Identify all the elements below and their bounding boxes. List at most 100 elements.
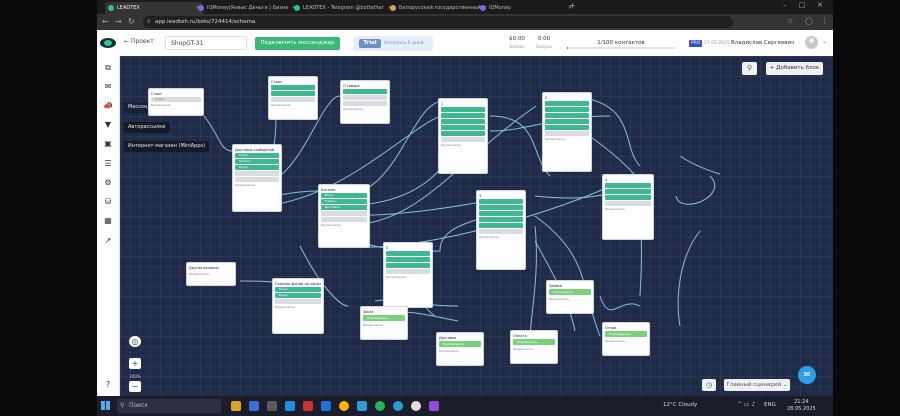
menu-dots-icon[interactable]: ⋮ [821, 17, 828, 25]
reload-icon[interactable]: ↻ [128, 16, 135, 28]
timer-button[interactable]: ◷ [702, 379, 716, 391]
contacts-counter: 1/100 контактов [597, 40, 645, 46]
wire [529, 225, 537, 342]
contacts-progress-fill [567, 47, 569, 49]
taskbar-app-icon[interactable] [429, 401, 439, 411]
sidebar-broadcast-icon[interactable]: 📣 [101, 101, 115, 111]
fit-view-button[interactable]: ◎ [129, 336, 141, 347]
bookmark-star-icon[interactable]: ☆ [787, 17, 793, 25]
sidebar-stats-icon[interactable]: ↗ [101, 236, 115, 246]
tab-iqmoney[interactable]: IQMoney ✕ [477, 2, 575, 14]
leadtex-favicon-icon [294, 5, 300, 11]
sidebar-help-icon[interactable]: ? [101, 380, 115, 390]
language-indicator[interactable]: ENG [764, 402, 776, 408]
bsu-favicon-icon [390, 5, 396, 11]
wire [679, 155, 721, 175]
forward-arrow-icon[interactable]: → [115, 16, 122, 28]
node-cart-form[interactable]: Главная форма на корзину Бонус Бонус Про… [272, 278, 324, 334]
balance[interactable]: $0.00 Баланс [506, 36, 528, 49]
taskbar-app-icon[interactable] [231, 401, 241, 411]
tab-iqmoney-yandex[interactable]: IQMoney|Янвыс Деньги | Бизне✕ [195, 2, 299, 14]
minus-icon: − [131, 382, 139, 391]
chrome-icon[interactable] [339, 401, 349, 411]
chevron-down-icon[interactable]: ⌄ [822, 38, 827, 45]
node-order[interactable]: Заказ Подтвердить Продолжить [360, 306, 408, 340]
yandex-browser-icon[interactable] [411, 401, 421, 411]
node-category-4[interactable]: 4 Продолжить [602, 174, 654, 240]
search-icon: ⚲ [746, 64, 753, 72]
taskbar-app-icon[interactable] [321, 401, 331, 411]
taskbar-app-icon[interactable] [249, 401, 259, 411]
sidebar-schema-icon[interactable]: ⧉ [101, 63, 115, 73]
node-start[interactable]: Старт Старт Продолжить [148, 88, 204, 116]
contacts-progress-bar [567, 47, 675, 49]
search-icon: ⚲ [120, 402, 125, 409]
wire [339, 185, 611, 248]
user-name[interactable]: Владислав Сергеевич [731, 40, 794, 46]
trial-badge[interactable]: Trial Осталось 6 дней [353, 36, 433, 51]
tray-icons[interactable]: ⌃ ▭ ♪ [737, 401, 755, 408]
avatar[interactable] [805, 36, 818, 49]
leadtex-logo-icon[interactable] [100, 38, 116, 48]
weather-widget[interactable]: 12°C Cloudy [663, 402, 697, 408]
plan-expiry-date: 27.05.2025 [704, 41, 730, 46]
add-block-button[interactable]: + Добавить блок [766, 62, 823, 75]
windows-start-icon[interactable] [101, 401, 110, 410]
taskbar-clock[interactable]: 21:24 28.05.2025 [787, 399, 816, 413]
node-category-1[interactable]: 1 Продолжить [438, 98, 488, 174]
tab-leadtex[interactable]: LEADTEX✕ [105, 2, 203, 14]
windows-taskbar: ⚲ Поиск 12°C Cloudy ⌃ ▭ ♪ ENG 21:24 28.05.… [97, 396, 833, 416]
node-category-5[interactable]: 5 Продолжить [383, 242, 433, 308]
sidebar-autobroadcast-icon[interactable]: ▼ [101, 120, 115, 130]
sidebar-table-icon[interactable]: ▦ [101, 216, 115, 226]
zoom-out-button[interactable]: − [129, 381, 141, 392]
close-window-icon[interactable]: ✕ [817, 1, 823, 9]
node-delivery[interactable]: Доставка Подтвердить Продолжить [436, 332, 484, 366]
site-info-icon[interactable]: ⚲ [147, 16, 151, 28]
telegram-icon[interactable] [393, 401, 403, 411]
sidebar-list-icon[interactable]: ☰ [101, 159, 115, 169]
flow-canvas[interactable]: Мессенджер-рассылки Авторассылки Интерне… [120, 56, 833, 396]
node-step-1[interactable]: Старт Продолжить [268, 76, 318, 120]
plus-icon: + [131, 359, 139, 368]
taskbar-search[interactable]: ⚲ Поиск [117, 399, 221, 413]
bonuses[interactable]: 0.00 Бонусы [533, 36, 555, 49]
node-step-2[interactable]: О товаре Продолжить [340, 80, 390, 124]
node-request[interactable]: Заявка Подтвердить Продолжить [546, 280, 594, 314]
scenario-selector[interactable]: Главный сценарий ⌄ [724, 379, 790, 391]
taskbar-app-icon[interactable] [267, 401, 277, 411]
sidebar-settings-icon[interactable]: ⚙ [101, 178, 115, 188]
bot-selector[interactable]: ShopGT-31 [165, 36, 247, 50]
url-input[interactable]: ⚲ app.leadteh.ru/bots/724414/schema [143, 16, 733, 28]
back-arrow-icon[interactable]: ← [102, 16, 109, 28]
taskbar-app-icon[interactable] [303, 401, 313, 411]
tab-leadtex-telegram[interactable]: LEADTEX - Telegram @botfather✕ [291, 2, 395, 14]
profile-icon[interactable]: ◯ [805, 17, 813, 25]
canvas-search-button[interactable]: ⚲ [742, 62, 757, 75]
tab-bsu[interactable]: Белорусский государственный✕ [387, 2, 485, 14]
zoom-in-button[interactable]: + [129, 358, 141, 369]
maximize-icon[interactable]: □ [799, 1, 806, 9]
taskbar-app-icon[interactable] [357, 401, 367, 411]
connect-messenger-button[interactable]: Подключить мессенджер [255, 37, 340, 50]
back-to-project-link[interactable]: ← Проект [124, 38, 154, 45]
iqmoney-favicon-icon [480, 5, 486, 11]
support-chat-button[interactable]: ✉ [798, 366, 816, 384]
node-catalog[interactable]: Каталог Бонус Товары Доставка Продолжить [318, 184, 370, 248]
node-other-questions[interactable]: Другие вопросы Продолжить [186, 262, 236, 286]
minimize-icon[interactable]: – [783, 1, 787, 9]
node-review[interactable]: Отзыв Подтвердить Продолжить [602, 322, 650, 356]
taskbar-app-icon[interactable] [285, 401, 295, 411]
wire [675, 175, 716, 205]
spotify-icon[interactable] [375, 401, 385, 411]
sidebar-chats-icon[interactable]: ✉ [101, 82, 115, 92]
left-sidebar: ⧉ ✉ 📣 ▼ ▣ ☰ ⚙ ⛁ ▦ ↗ ? [97, 56, 120, 396]
chevron-down-icon: ⌄ [782, 382, 788, 388]
node-category-2[interactable]: 2 Продолжить [542, 92, 592, 172]
node-category-3[interactable]: 3 Продолжить [476, 190, 526, 270]
node-main-menu[interactable]: Доставка сообщений Старт Оплата Бонус Пр… [232, 144, 282, 212]
node-payment[interactable]: Оплата Подтвердить Продолжить [510, 330, 558, 364]
sidebar-shop-icon[interactable]: ▣ [101, 139, 115, 149]
sidebar-integrations-icon[interactable]: ⛁ [101, 197, 115, 207]
new-tab-icon[interactable]: + [569, 1, 576, 10]
